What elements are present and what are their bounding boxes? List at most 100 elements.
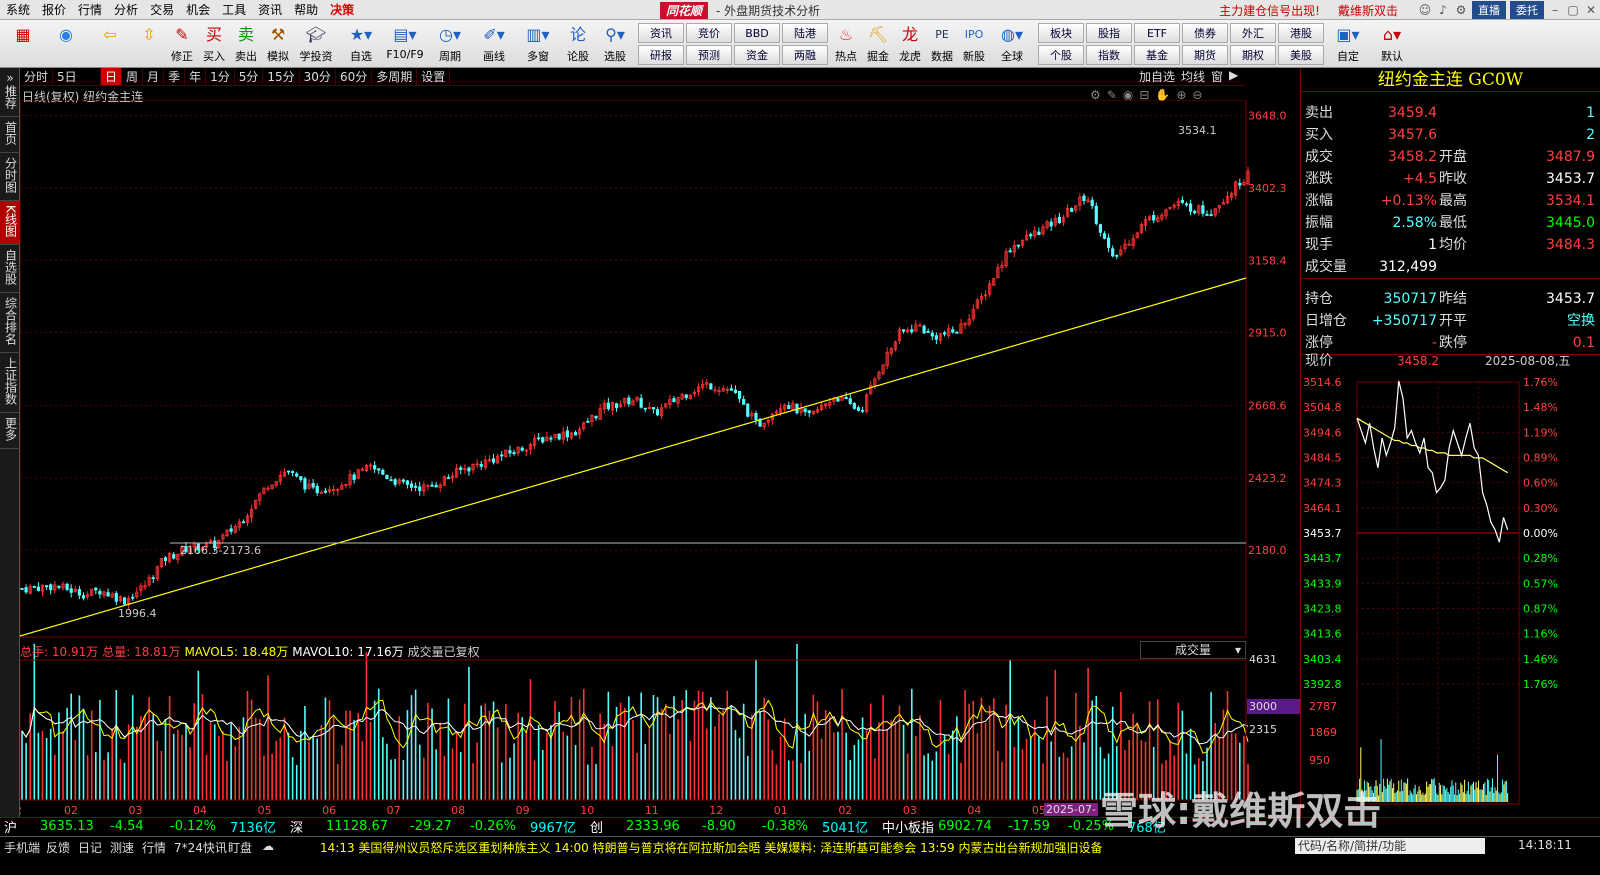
bottom-tab-speedtest[interactable]: 测速 xyxy=(110,839,134,856)
entrust-button[interactable]: 委托 xyxy=(1510,1,1544,19)
menu-help[interactable]: 帮助 xyxy=(288,1,324,18)
tb-sell-button[interactable]: 卖卖出 xyxy=(230,22,262,66)
menu-market[interactable]: 行情 xyxy=(72,1,108,18)
minimize-icon[interactable]: – xyxy=(1546,3,1564,17)
trend-line[interactable] xyxy=(20,277,1247,637)
bottom-tab-market[interactable]: 行情 xyxy=(142,839,166,856)
bottom-tab-diary[interactable]: 日记 xyxy=(78,839,102,856)
tab-minute[interactable]: 分时图 xyxy=(0,153,20,201)
tab-more[interactable]: 更多 xyxy=(0,413,20,449)
period-multi[interactable]: 多周期 xyxy=(372,68,418,85)
period-quarter[interactable]: 季 xyxy=(164,68,186,85)
tab-home[interactable]: 首页 xyxy=(0,117,20,153)
tb-index-button[interactable]: 指数 xyxy=(1086,45,1132,65)
robot-button[interactable]: ◉ xyxy=(46,22,86,66)
gear-icon[interactable]: ⚙ xyxy=(1452,3,1470,17)
tb-hkstock-button[interactable]: 港股 xyxy=(1278,23,1324,43)
menu-quote[interactable]: 报价 xyxy=(36,1,72,18)
tb-stock-button[interactable]: 个股 xyxy=(1038,45,1084,65)
tab-recommend[interactable]: » 推荐 xyxy=(0,68,20,117)
period-15min[interactable]: 15分 xyxy=(263,68,300,85)
tb-usstock-button[interactable]: 美股 xyxy=(1278,45,1324,65)
tb-fix-button[interactable]: ✎ 修正 xyxy=(166,22,198,66)
period-week[interactable]: 周 xyxy=(122,68,144,85)
ma-button[interactable]: 均线 xyxy=(1178,68,1208,85)
close-icon[interactable]: ✕ xyxy=(1582,3,1600,17)
tb-fund-flow-button[interactable]: 资金 xyxy=(734,45,780,65)
menu-decision[interactable]: 决策 xyxy=(324,1,360,18)
user-icon[interactable]: ☺ xyxy=(1416,3,1434,17)
period-settings[interactable]: 设置 xyxy=(417,68,451,85)
tb-ipo-button[interactable]: IPO 新股 xyxy=(958,22,990,66)
period-5min[interactable]: 5分 xyxy=(235,68,264,85)
scroll-updown-button[interactable]: ⇳ xyxy=(136,22,162,66)
layout-button[interactable]: ▦ xyxy=(6,22,40,66)
bottom-tab-watch[interactable]: 盯盘 xyxy=(228,839,252,856)
tb-global-button[interactable]: ◍▾ 全球 xyxy=(992,22,1032,66)
live-button[interactable]: 直播 xyxy=(1472,1,1506,19)
menu-news[interactable]: 资讯 xyxy=(252,1,288,18)
window-button[interactable]: 窗 xyxy=(1208,68,1226,85)
chat-icon[interactable]: ☁ xyxy=(262,839,274,853)
tb-options-button[interactable]: 期权 xyxy=(1230,45,1276,65)
bottom-tab-flash[interactable]: 7*24快讯 xyxy=(174,839,227,856)
bottom-tab-feedback[interactable]: 反馈 xyxy=(46,839,70,856)
tb-f10-button[interactable]: ▤▾ F10/F9 xyxy=(384,22,426,66)
code-search-input[interactable]: 代码/名称/简拼/功能 xyxy=(1295,838,1485,854)
menu-trade[interactable]: 交易 xyxy=(144,1,180,18)
period-60min[interactable]: 60分 xyxy=(336,68,373,85)
news-link-signal[interactable]: 主力建仓信号出现! xyxy=(1219,2,1320,19)
tb-hk-connect-button[interactable]: 陆港 xyxy=(782,23,828,43)
menu-analysis[interactable]: 分析 xyxy=(108,1,144,18)
bell-icon[interactable]: ♪ xyxy=(1434,3,1452,17)
tb-learn-button[interactable]: 🎓︎ 学投资 xyxy=(296,22,336,66)
tab-sh-index[interactable]: 上证指数 xyxy=(0,353,20,413)
tb-forecast-button[interactable]: 预测 xyxy=(686,45,732,65)
menu-tools[interactable]: 工具 xyxy=(216,1,252,18)
tb-margin-button[interactable]: 两融 xyxy=(782,45,828,65)
news-ticker[interactable]: 14:13 美国得州议员怒斥选区重划种族主义 14:00 特朗普与普京将在阿拉斯… xyxy=(320,839,1290,855)
period-minute[interactable]: 分时 xyxy=(20,68,54,85)
tb-screener-button[interactable]: ⚲▾ 选股 xyxy=(596,22,634,66)
tb-news-button[interactable]: 资讯 xyxy=(638,23,684,43)
tb-research-button[interactable]: 研报 xyxy=(638,45,684,65)
bottom-tab-mobile[interactable]: 手机端 xyxy=(4,839,40,856)
volume-indicator-select[interactable]: 成交量 ▾ xyxy=(1140,641,1246,659)
tb-data-button[interactable]: PE 数据 xyxy=(926,22,958,66)
period-day[interactable]: 日 xyxy=(101,68,123,85)
menu-system[interactable]: 系统 xyxy=(0,1,36,18)
tb-futures-button[interactable]: 期货 xyxy=(1182,45,1228,65)
restore-icon[interactable]: ▢ xyxy=(1564,3,1582,17)
tb-bbd-button[interactable]: BBD xyxy=(734,23,780,43)
tb-sector-button[interactable]: 板块 xyxy=(1038,23,1084,43)
tb-fx-button[interactable]: 外汇 xyxy=(1230,23,1276,43)
news-link-davis[interactable]: 戴维斯双击 xyxy=(1338,2,1398,19)
tb-watchlist-button[interactable]: ★▾ 自选 xyxy=(342,22,380,66)
period-5day[interactable]: 5日 xyxy=(53,68,102,85)
tab-ranking[interactable]: 综合排名 xyxy=(0,293,20,353)
tb-fund-button[interactable]: 基金 xyxy=(1134,45,1180,65)
tb-custom-button[interactable]: ▣▾ 自定 xyxy=(1328,22,1368,66)
tb-forum-button[interactable]: 论论股 xyxy=(562,22,594,66)
back-button[interactable]: ⇦ xyxy=(94,22,126,66)
period-30min[interactable]: 30分 xyxy=(300,68,336,85)
tb-auction-button[interactable]: 竞价 xyxy=(686,23,732,43)
period-1min[interactable]: 1分 xyxy=(206,68,235,85)
tb-index-futures-button[interactable]: 股指 xyxy=(1086,23,1132,43)
period-month[interactable]: 月 xyxy=(143,68,165,85)
menu-opportunity[interactable]: 机会 xyxy=(180,1,216,18)
tb-sim-button[interactable]: ⚒ 模拟 xyxy=(262,22,294,66)
minute-chart[interactable]: 3514.6 1.76% 3504.8 1.48% 3494.6 1.19% 3484.5 0… xyxy=(1301,376,1600,806)
tb-draw-button[interactable]: ✐▾ 画线 xyxy=(474,22,514,66)
tb-bond-button[interactable]: 债券 xyxy=(1182,23,1228,43)
tb-buy-button[interactable]: 买买入 xyxy=(198,22,230,66)
add-watch-button[interactable]: 加自选 xyxy=(1136,68,1178,85)
tab-watchlist[interactable]: 自选股 xyxy=(0,245,20,293)
tb-multiwin-button[interactable]: ▥▾ 多窗 xyxy=(518,22,558,66)
kline-chart[interactable]: 3534.1 2166.3-2173.6 1996.4 3648.0 3402.3… xyxy=(20,100,1300,817)
play-icon[interactable]: ▶ xyxy=(1226,68,1241,85)
tb-hot-button[interactable]: ♨ 热点 xyxy=(830,22,862,66)
tb-default-button[interactable]: ⌂▾ 默认 xyxy=(1372,22,1412,66)
tb-dragon-button[interactable]: 龙龙虎 xyxy=(894,22,926,66)
tb-etf-button[interactable]: ETF xyxy=(1134,23,1180,43)
